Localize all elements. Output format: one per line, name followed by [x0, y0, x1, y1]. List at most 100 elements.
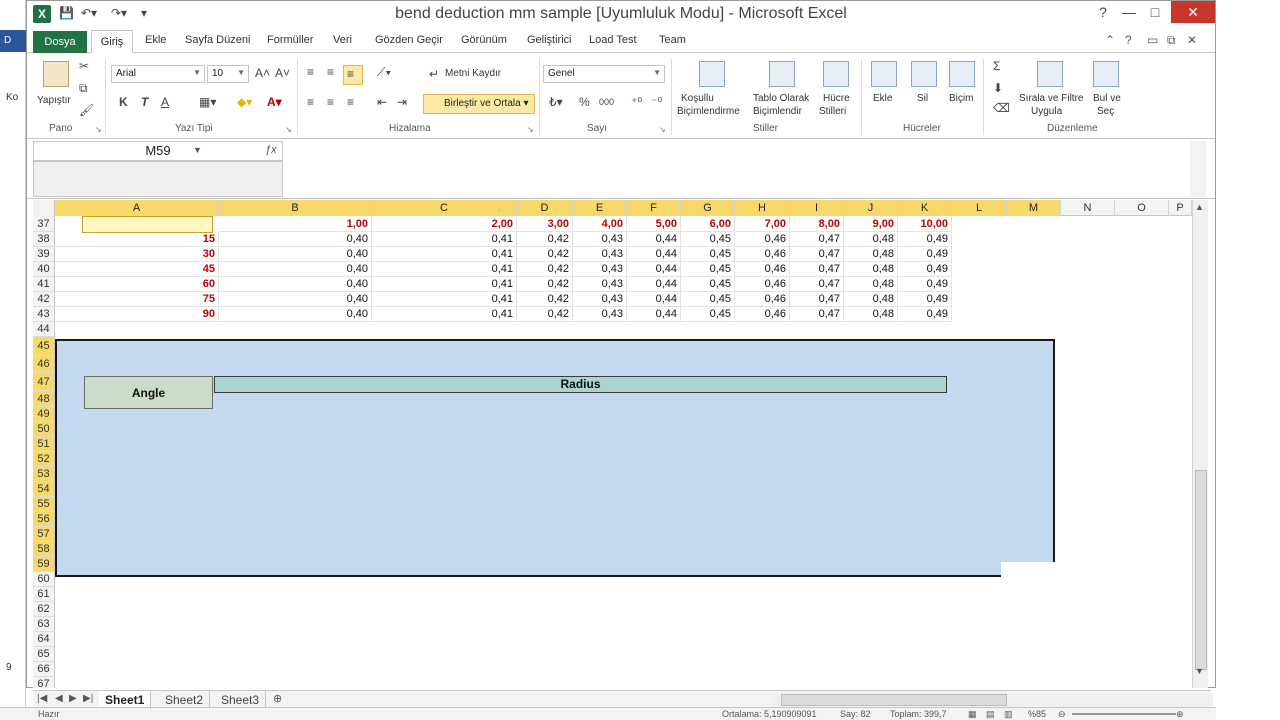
cell[interactable]: 60 [55, 277, 219, 292]
cell[interactable]: 0,49 [898, 247, 952, 262]
cell[interactable]: 0,45 [681, 262, 735, 277]
font-size-select[interactable]: 10 ▼ [207, 65, 249, 83]
cell[interactable]: 0,43 [573, 232, 627, 247]
align-middle-icon[interactable]: ≡ [327, 65, 334, 79]
cell[interactable]: 0,42 [517, 262, 573, 277]
tab-page-layout[interactable]: Sayfa Düzeni [185, 34, 250, 46]
cell[interactable]: 0,46 [735, 262, 790, 277]
row-header[interactable]: 41 [33, 277, 55, 292]
column-header-n[interactable]: N [1061, 200, 1115, 216]
insert-function-icon[interactable]: ƒx [265, 144, 277, 156]
column-header-k[interactable]: K [898, 200, 952, 216]
cell[interactable]: 0,42 [517, 247, 573, 262]
cell[interactable]: 0,49 [898, 307, 952, 322]
row-header[interactable]: 38 [33, 232, 55, 247]
cell[interactable]: 0,46 [735, 247, 790, 262]
row-header[interactable]: 67 [33, 677, 55, 688]
cell[interactable]: 0,46 [735, 232, 790, 247]
format-as-table-label[interactable]: Biçimlendir [753, 106, 802, 117]
cell[interactable]: 0,48 [844, 292, 898, 307]
paste-label[interactable]: Yapıştır [37, 95, 71, 106]
conditional-formatting-label[interactable]: Biçimlendirme [677, 106, 740, 117]
decrease-decimal-icon[interactable]: ⁻⁰ [651, 95, 662, 109]
cell[interactable]: 0,47 [790, 307, 844, 322]
cell[interactable]: 0,45 [681, 292, 735, 307]
row-header[interactable]: 60 [33, 572, 55, 587]
cell[interactable]: 45 [55, 262, 219, 277]
radius-header[interactable]: Radius [214, 376, 947, 393]
cell[interactable]: 0,48 [844, 247, 898, 262]
format-as-table-icon[interactable] [769, 61, 795, 87]
row-header[interactable]: 62 [33, 602, 55, 617]
normal-view-icon[interactable]: ▦ [968, 709, 977, 720]
row-header[interactable]: 42 [33, 292, 55, 307]
cell[interactable]: 0,47 [790, 292, 844, 307]
cell[interactable]: 0,40 [219, 232, 372, 247]
cell[interactable]: 0,41 [372, 292, 517, 307]
shrink-font-icon[interactable]: A˅ [275, 66, 290, 80]
scroll-down-icon[interactable]: ▼ [1195, 666, 1204, 676]
vertical-scroll-thumb[interactable] [1195, 470, 1207, 670]
fill-color-icon[interactable]: ◆▾ [237, 95, 252, 109]
scroll-up-icon[interactable]: ▲ [1195, 202, 1204, 212]
cell[interactable]: 1,00 [219, 216, 372, 232]
sort-filter-label[interactable]: Uygula [1031, 106, 1062, 117]
alignment-launcher-icon[interactable]: ↘ [527, 125, 534, 134]
column-header-f[interactable]: F [627, 200, 681, 216]
align-top-icon[interactable]: ≡ [307, 65, 314, 79]
cell[interactable]: 0,40 [219, 292, 372, 307]
collapse-ribbon-icon[interactable]: ⌃ [1105, 33, 1115, 47]
first-sheet-icon[interactable]: |◀ [37, 693, 47, 704]
cell[interactable]: 10,00 [898, 216, 952, 232]
cell[interactable]: 0,45 [681, 247, 735, 262]
cell[interactable]: 9,00 [844, 216, 898, 232]
conditional-formatting-label[interactable]: Koşullu [681, 93, 714, 104]
column-header-m[interactable]: M [1007, 200, 1061, 216]
cell[interactable]: 0,48 [844, 262, 898, 277]
autosum-button[interactable]: Σ [993, 59, 1000, 73]
row-header[interactable]: 56 [33, 512, 55, 527]
zoom-out-icon[interactable]: ⊖ [1058, 709, 1066, 720]
row-header[interactable]: 45 [33, 337, 55, 356]
cell-styles-label[interactable]: Hücre [823, 93, 850, 104]
cell[interactable]: 0,40 [219, 247, 372, 262]
bold-button[interactable]: K [119, 95, 128, 109]
angle-header[interactable]: Angle [84, 376, 213, 409]
borders-icon[interactable]: ▦▾ [199, 95, 216, 109]
row-header[interactable]: 63 [33, 617, 55, 632]
align-right-icon[interactable]: ≡ [347, 95, 354, 109]
cell[interactable]: 0,41 [372, 232, 517, 247]
font-launcher-icon[interactable]: ↘ [285, 125, 292, 134]
column-header-h[interactable]: H [735, 200, 790, 216]
cell[interactable]: 0,44 [627, 277, 681, 292]
cell[interactable]: 2,00 [372, 216, 517, 232]
column-header-c[interactable]: C [372, 200, 517, 216]
row-header[interactable]: 43 [33, 307, 55, 322]
number-launcher-icon[interactable]: ↘ [659, 125, 666, 134]
find-select-label[interactable]: Seç [1097, 106, 1114, 117]
currency-icon[interactable]: ₺▾ [549, 95, 563, 109]
cell[interactable]: 30 [55, 247, 219, 262]
row-header[interactable]: 64 [33, 632, 55, 647]
cell[interactable]: 0,40 [219, 307, 372, 322]
font-color-icon[interactable]: A▾ [267, 95, 282, 109]
fill-icon[interactable]: ⬇ [993, 81, 1003, 95]
help-icon[interactable]: ? [1089, 1, 1117, 23]
sort-filter-label[interactable]: Sırala ve Filtre [1019, 93, 1083, 104]
clear-icon[interactable]: ⌫ [993, 101, 1010, 115]
zoom-in-icon[interactable]: ⊕ [1176, 709, 1184, 720]
cell[interactable]: 0,48 [844, 232, 898, 247]
italic-button[interactable]: T [141, 95, 148, 109]
column-header-l[interactable]: L [952, 200, 1007, 216]
formula-input[interactable] [285, 141, 1190, 197]
percent-button[interactable]: % [579, 95, 590, 109]
cell[interactable]: 0,43 [573, 292, 627, 307]
cell[interactable]: 0,41 [372, 307, 517, 322]
row-header[interactable]: 52 [33, 452, 55, 467]
font-name-select[interactable]: Arial ▼ [111, 65, 205, 83]
help-circle-icon[interactable]: ? [1125, 33, 1132, 47]
cell[interactable]: 0,45 [681, 232, 735, 247]
cell[interactable]: 0,42 [517, 292, 573, 307]
row-header[interactable]: 50 [33, 422, 55, 437]
cell-styles-icon[interactable] [823, 61, 849, 87]
